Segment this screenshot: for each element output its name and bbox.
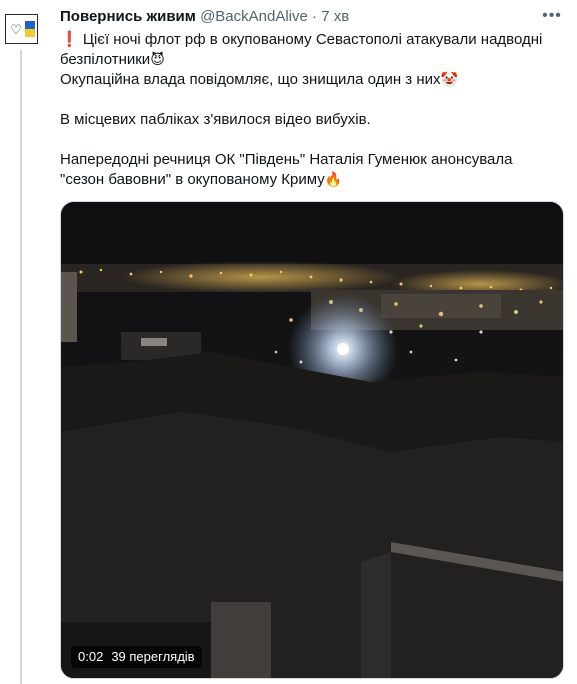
ukraine-flag-yellow-stripe — [25, 29, 35, 37]
devil-emoji-icon: 😈 — [150, 52, 165, 68]
ukraine-flag-icon — [25, 21, 35, 29]
video-player[interactable]: 0:02 39 переглядів — [60, 201, 564, 679]
tweet-header: Повернись живим @BackAndAlive · 7 хв — [60, 6, 567, 28]
video-duration: 0:02 — [78, 649, 104, 664]
more-options-icon[interactable]: ••• — [541, 6, 563, 26]
author-handle[interactable]: @BackAndAlive — [200, 8, 308, 25]
tweet-line-3: В місцевих пабліках з'явилося відео вибу… — [60, 111, 371, 128]
tweet-line-1-text: Цієї ночі флот рф в окупованому Севастоп… — [60, 31, 543, 68]
separator-dot: · — [312, 8, 318, 25]
tweet-line-4-text: Напередодні речниця ОК "Південь" Наталія… — [60, 151, 513, 188]
video-view-count: 39 переглядів — [111, 649, 195, 664]
avatar[interactable]: ♡ — [5, 14, 38, 44]
video-overlay-badge: 0:02 39 переглядів — [71, 646, 202, 668]
tweet-line-2: Окупаційна влада повідомляє, що знищила … — [60, 70, 560, 90]
left-rail: ♡ — [0, 0, 50, 684]
exclamation-icon: ❗ — [60, 31, 79, 48]
tweet-line-2-text: Окупаційна влада повідомляє, що знищила … — [60, 71, 441, 88]
tweet-text: ❗ Цієї ночі флот рф в окупованому Севаст… — [60, 30, 560, 190]
fire-emoji-icon: 🔥 — [324, 172, 343, 188]
tweet-time[interactable]: 7 хв — [321, 8, 349, 25]
tweet-line-1: ❗ Цієї ночі флот рф в окупованому Севаст… — [60, 30, 560, 70]
heart-icon: ♡ — [10, 22, 22, 37]
video-frame — [61, 202, 563, 678]
clown-emoji-icon: 🤡 — [440, 72, 458, 88]
author-display-name[interactable]: Повернись живим — [60, 8, 196, 25]
tweet-line-4: Напередодні речниця ОК "Південь" Наталія… — [60, 150, 560, 190]
thread-line — [20, 50, 22, 684]
